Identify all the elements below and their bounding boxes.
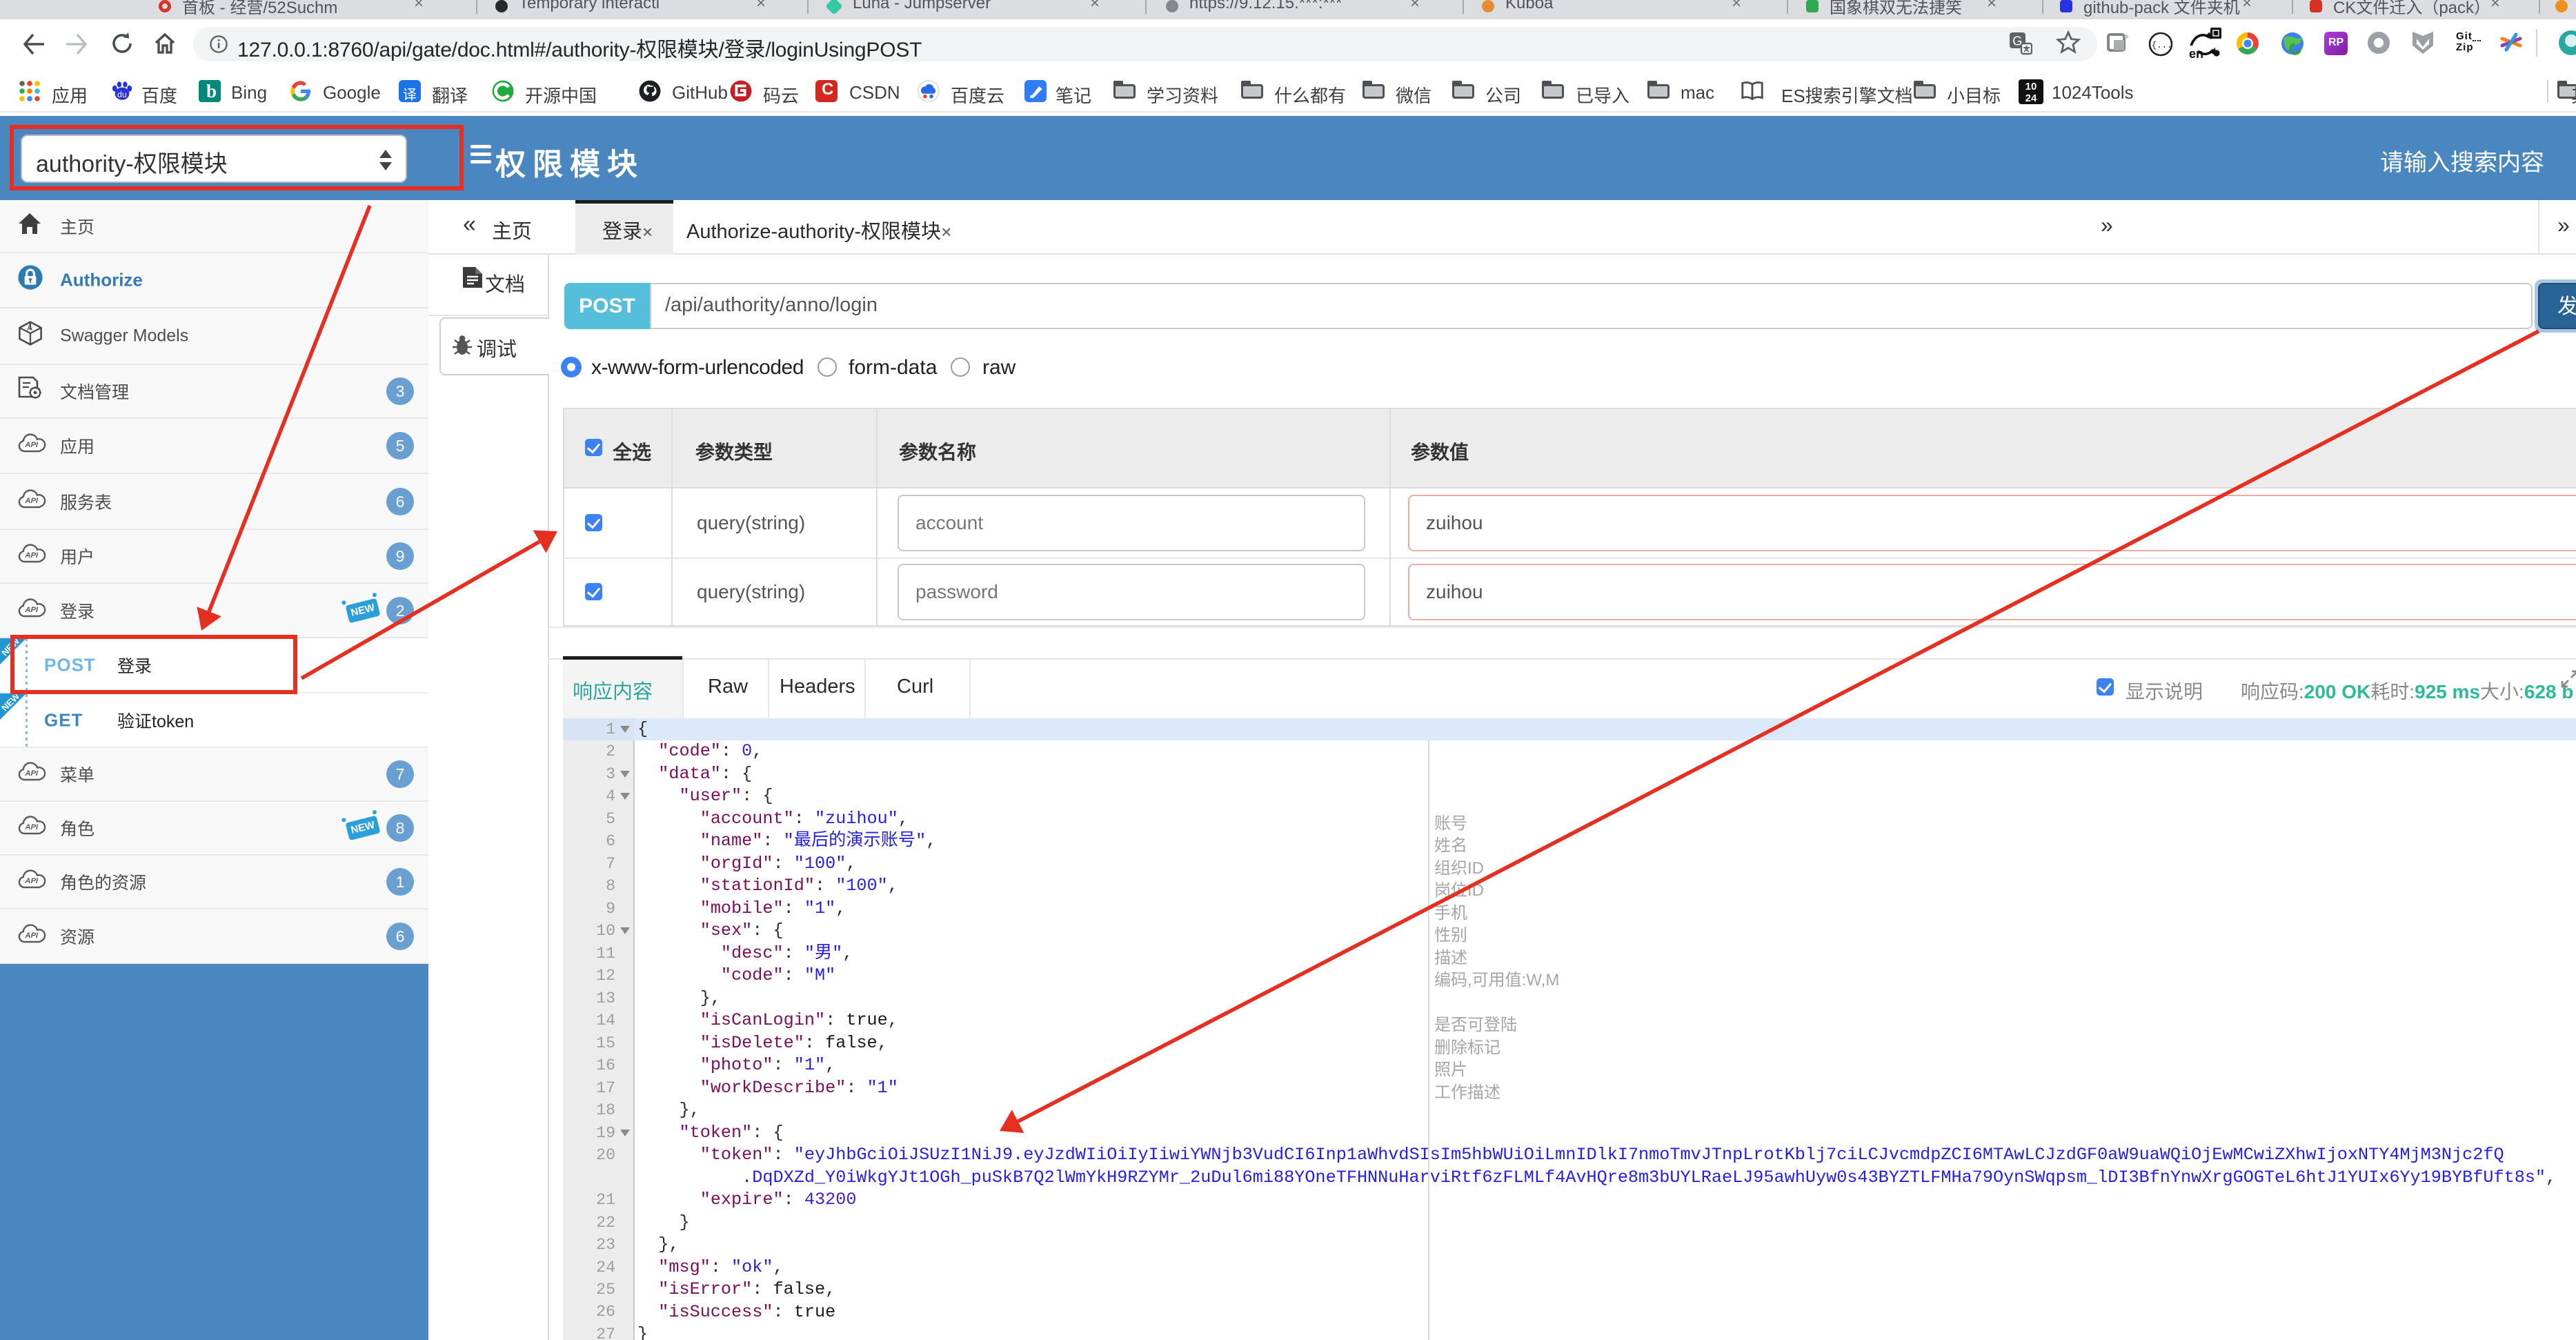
svg-text:API: API — [24, 823, 39, 831]
svg-text:API: API — [24, 769, 39, 778]
svg-text:API: API — [24, 877, 39, 885]
svg-text:API: API — [24, 932, 39, 940]
svg-text:{...}: {...} — [2152, 41, 2173, 50]
svg-text:API: API — [24, 497, 39, 505]
svg-text:du: du — [117, 90, 127, 99]
svg-text:API: API — [24, 441, 39, 449]
svg-text:A: A — [27, 323, 32, 333]
svg-text:en: en — [2189, 47, 2203, 61]
svg-text:API: API — [24, 551, 39, 560]
svg-text:API: API — [24, 606, 39, 614]
